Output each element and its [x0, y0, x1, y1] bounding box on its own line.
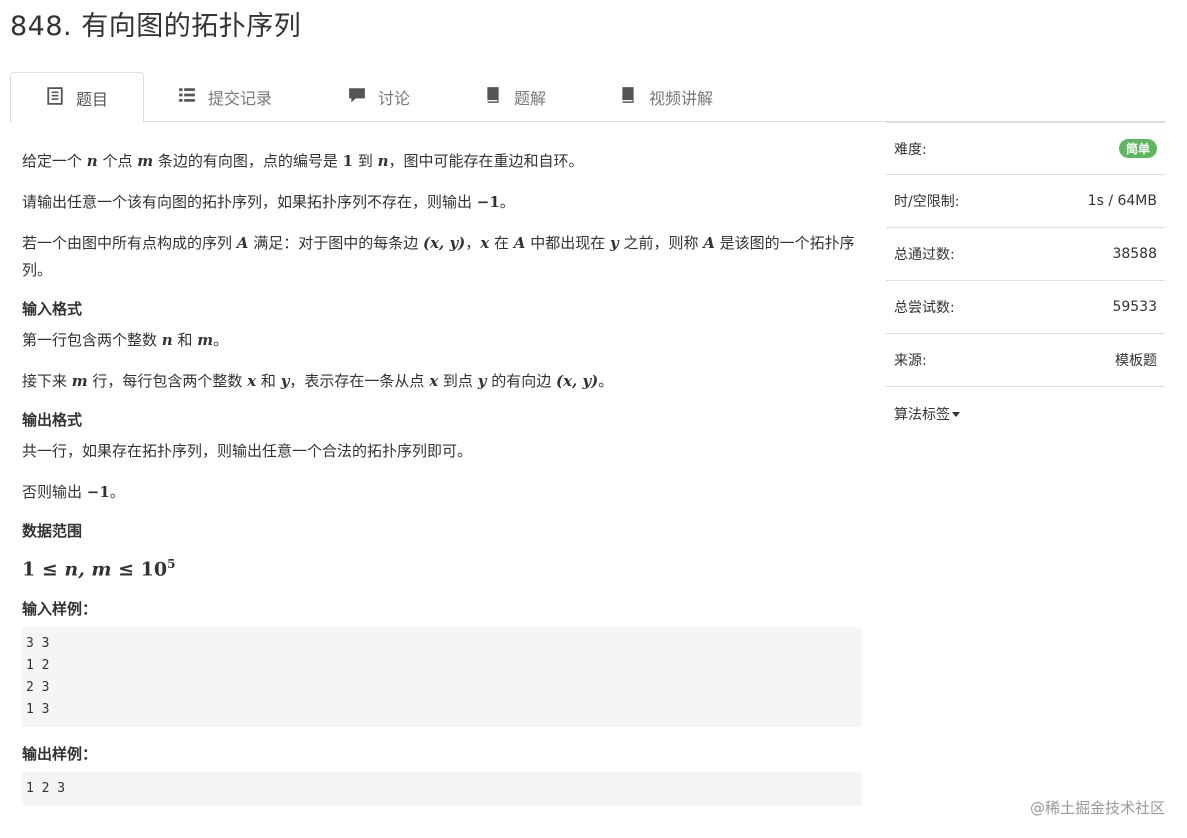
- data-range-heading: 数据范围: [22, 522, 83, 540]
- sample-output-heading: 输出样例：: [22, 745, 98, 764]
- description-paragraph: 否则输出 −1。: [22, 483, 125, 501]
- input-format-heading: 输入格式: [22, 300, 83, 318]
- tab-label: 讨论: [378, 89, 411, 108]
- tab-bar: 题目 提交记录 讨论 题解 视频讲解: [10, 72, 1166, 123]
- description-paragraph: 请输出任意一个该有向图的拓扑序列，如果拓扑序列不存在，则输出 −1。: [22, 193, 515, 211]
- passed-row: 总通过数: 38588: [886, 228, 1165, 281]
- tags-label: 算法标签: [894, 406, 950, 423]
- algorithm-tags-toggle[interactable]: 算法标签: [886, 387, 1165, 440]
- output-format-heading: 输出格式: [22, 411, 83, 429]
- description-paragraph: 第一行包含两个整数 n 和 m。: [22, 331, 229, 349]
- tab-solutions[interactable]: 题解: [484, 72, 546, 122]
- limit-label: 时/空限制:: [894, 194, 960, 210]
- tab-submissions[interactable]: 提交记录: [178, 72, 272, 122]
- limit-value: 1s / 64MB: [1087, 193, 1157, 209]
- tab-problem[interactable]: 题目: [10, 72, 144, 123]
- tab-label: 题解: [514, 89, 547, 108]
- source-value: 模板题: [1115, 353, 1157, 369]
- description-paragraph: 共一行，如果存在拓扑序列，则输出任意一个合法的拓扑序列即可。: [22, 442, 473, 460]
- sample-input-code: 3 3 1 2 2 3 1 3: [22, 627, 862, 728]
- source-row: 来源: 模板题: [886, 334, 1165, 387]
- source-label: 来源:: [894, 353, 927, 369]
- attempts-label: 总尝试数:: [894, 300, 955, 316]
- attempts-row: 总尝试数: 59533: [886, 281, 1165, 334]
- book-icon: [619, 86, 637, 108]
- description-paragraph: 给定一个 n 个点 m 条边的有向图，点的编号是 1 到 n，图中可能存在重边和…: [22, 152, 584, 170]
- data-range-formula: 1 ≤ n, m ≤ 105: [22, 557, 176, 581]
- difficulty-label: 难度:: [894, 141, 927, 158]
- description-paragraph: 接下来 m 行，每行包含两个整数 x 和 y，表示存在一条从点 x 到点 y 的…: [22, 372, 614, 390]
- sample-output-code: 1 2 3: [22, 772, 862, 807]
- tab-label: 题目: [75, 89, 108, 109]
- tab-label: 视频讲解: [649, 89, 714, 108]
- limit-row: 时/空限制: 1s / 64MB: [886, 175, 1165, 228]
- tab-label: 提交记录: [208, 89, 273, 108]
- page-title: 848. 有向图的拓扑序列: [10, 11, 302, 42]
- book-icon: [484, 86, 502, 108]
- difficulty-badge: 简单: [1118, 139, 1157, 158]
- tab-discussion[interactable]: 讨论: [348, 72, 410, 122]
- sample-input-heading: 输入样例：: [22, 600, 98, 619]
- document-icon: [46, 86, 64, 109]
- problem-description: 给定一个 n 个点 m 条边的有向图，点的编号是 1 到 n，图中可能存在重边和…: [22, 148, 862, 822]
- problem-info-sidebar: 难度: 简单 时/空限制: 1s / 64MB 总通过数: 38588 总尝试数…: [886, 122, 1165, 440]
- passed-label: 总通过数:: [894, 247, 955, 263]
- list-icon: [178, 86, 196, 108]
- difficulty-row: 难度: 简单: [886, 122, 1165, 175]
- attempts-value: 59533: [1112, 299, 1157, 315]
- caret-down-icon: [952, 412, 960, 417]
- description-paragraph: 若一个由图中所有点构成的序列 A 满足：对于图中的每条边 (x, y)，x 在 …: [22, 234, 855, 279]
- passed-value: 38588: [1112, 246, 1157, 262]
- watermark: @稀土掘金技术社区: [1029, 799, 1165, 817]
- tab-video[interactable]: 视频讲解: [619, 72, 713, 122]
- comment-icon: [348, 86, 366, 108]
